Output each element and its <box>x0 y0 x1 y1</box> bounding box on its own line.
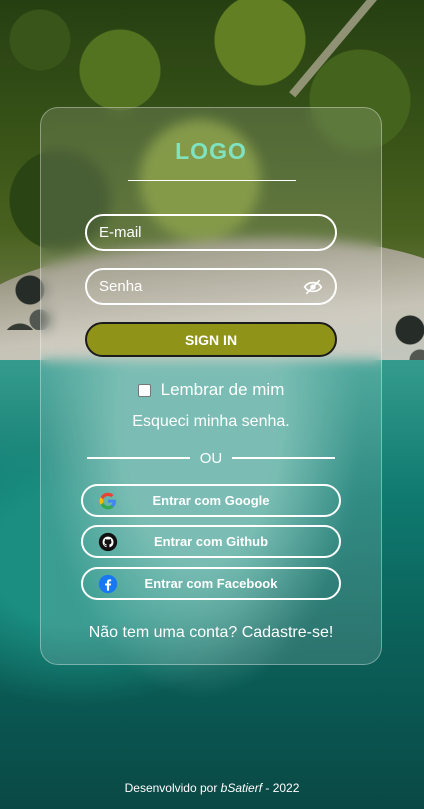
email-input[interactable] <box>99 224 323 241</box>
password-input[interactable] <box>99 278 303 295</box>
logo: LOGO <box>175 138 247 164</box>
facebook-login-label: Entrar com Facebook <box>144 576 278 591</box>
google-login-button[interactable]: Entrar com Google <box>81 484 341 517</box>
facebook-icon <box>98 574 118 593</box>
password-field[interactable] <box>85 268 337 305</box>
divider-label: OU <box>199 449 223 467</box>
footer-credit: Desenvolvido por bSatierf - 2022 <box>0 781 424 795</box>
github-login-label: Entrar com Github <box>153 534 269 549</box>
forgot-password-link[interactable]: Esqueci minha senha. <box>41 413 381 431</box>
eye-off-icon[interactable] <box>303 278 323 296</box>
divider-line-left <box>87 457 190 459</box>
remember-me-checkbox[interactable] <box>137 383 151 397</box>
email-field[interactable] <box>85 214 337 251</box>
github-login-button[interactable]: Entrar com Github <box>81 525 341 558</box>
login-card: LOGO SIGN IN Lembrar de mim Esqueci minh… <box>40 107 382 665</box>
github-icon <box>98 532 118 551</box>
or-divider: OU <box>87 449 335 467</box>
footer-suffix: - 2022 <box>262 781 300 795</box>
google-login-label: Entrar com Google <box>152 493 270 508</box>
footer-author: bSatierf <box>220 781 263 795</box>
remember-me-row[interactable]: Lembrar de mim <box>41 380 381 400</box>
divider-line-right <box>232 457 335 459</box>
facebook-login-button[interactable]: Entrar com Facebook <box>81 567 341 600</box>
remember-me-label: Lembrar de mim <box>160 380 285 399</box>
google-icon <box>99 492 116 509</box>
sign-in-button[interactable]: SIGN IN <box>85 322 337 357</box>
footer-prefix: Desenvolvido por <box>124 781 221 795</box>
logo-underline <box>128 180 296 181</box>
signup-link[interactable]: Não tem uma conta? Cadastre-se! <box>41 624 381 642</box>
